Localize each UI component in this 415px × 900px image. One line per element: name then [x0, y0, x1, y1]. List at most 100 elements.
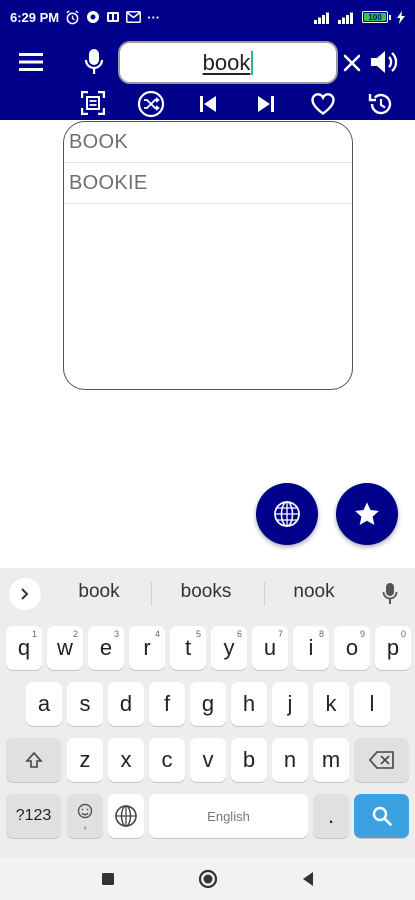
expand-suggestions-button[interactable] [9, 578, 41, 610]
suggestion-item[interactable]: BOOKIE [64, 163, 352, 204]
key-j[interactable]: j [272, 682, 308, 726]
key-n[interactable]: n [272, 738, 308, 782]
back-button[interactable] [295, 866, 321, 892]
keyboard-suggestion[interactable]: book [49, 581, 149, 603]
battery-tip [389, 14, 391, 20]
status-bar: 6:29 PM ··· 100 [0, 0, 415, 34]
key-label: e [99, 635, 113, 660]
clear-search-button[interactable] [341, 50, 363, 76]
search-enter-key[interactable] [354, 794, 409, 838]
key-f[interactable]: f [149, 682, 185, 726]
shuffle-icon [137, 90, 165, 118]
key-k[interactable]: k [313, 682, 349, 726]
key-m[interactable]: m [313, 738, 349, 782]
history-button[interactable] [366, 90, 394, 118]
recents-button[interactable] [95, 866, 121, 892]
key-o[interactable]: o9 [334, 626, 370, 670]
period-key[interactable]: . [313, 794, 349, 838]
key-x[interactable]: x [108, 738, 144, 782]
emoji-key[interactable]: , [67, 794, 103, 838]
favorite-button[interactable] [309, 91, 337, 117]
key-p[interactable]: p0 [375, 626, 411, 670]
key-i[interactable]: i8 [293, 626, 329, 670]
star-icon [355, 502, 379, 525]
keyboard-suggestion[interactable]: books [156, 581, 256, 603]
emoji-key-sublabel: , [83, 817, 87, 831]
key-a[interactable]: a [26, 682, 62, 726]
key-hint: 6 [236, 629, 242, 639]
soft-keyboard: book books nook q1 w2 e3 r4 t5 y6 u7 i8 … [0, 568, 415, 858]
globe-icon [115, 805, 137, 827]
key-q[interactable]: q1 [6, 626, 42, 670]
suggestion-label: BOOK [69, 130, 128, 153]
key-h[interactable]: h [231, 682, 267, 726]
key-u[interactable]: u7 [252, 626, 288, 670]
key-l[interactable]: l [354, 682, 390, 726]
shift-key[interactable] [6, 738, 61, 782]
previous-word-button[interactable] [196, 92, 220, 116]
status-right: 100 [314, 10, 405, 24]
key-label: o [345, 635, 359, 660]
key-b[interactable]: b [231, 738, 267, 782]
media-notification-icon [106, 10, 120, 24]
suggestion-item[interactable]: BOOK [64, 122, 352, 163]
voice-search-button[interactable] [80, 46, 108, 78]
menu-button[interactable] [16, 48, 46, 76]
clear-icon [343, 54, 361, 72]
symbols-key[interactable]: ?123 [6, 794, 61, 838]
shift-icon [24, 751, 43, 768]
previous-icon [200, 96, 216, 112]
menu-icon [19, 53, 43, 71]
back-triangle-icon [303, 872, 313, 886]
charging-icon [397, 10, 405, 24]
key-label: y [223, 635, 235, 660]
next-icon [258, 96, 274, 112]
status-time: 6:29 PM [10, 9, 60, 25]
gmail-icon [126, 11, 142, 23]
pronounce-button[interactable] [368, 46, 400, 78]
key-hint: 0 [400, 629, 406, 639]
backspace-icon [368, 751, 394, 769]
square-icon [102, 873, 114, 885]
chevron-right-icon [21, 588, 29, 600]
key-y[interactable]: y6 [211, 626, 247, 670]
home-button[interactable] [195, 866, 221, 892]
scan-icon [81, 91, 105, 115]
key-t[interactable]: t5 [170, 626, 206, 670]
key-label: t [184, 635, 192, 660]
key-label: u [263, 635, 277, 660]
key-hint: 2 [72, 629, 78, 639]
key-g[interactable]: g [190, 682, 226, 726]
favorites-fab[interactable] [336, 483, 398, 545]
battery-icon: 100 [362, 11, 391, 23]
key-hint: 7 [277, 629, 283, 639]
key-hint: 4 [154, 629, 160, 639]
key-r[interactable]: r4 [129, 626, 165, 670]
language-key[interactable] [108, 794, 144, 838]
key-c[interactable]: c [149, 738, 185, 782]
microphone-icon [84, 49, 104, 74]
space-key[interactable]: English [149, 794, 308, 838]
speaker-icon [371, 51, 398, 73]
app-root: 6:29 PM ··· 100 book BOOK BOOKIE book bo… [0, 0, 415, 900]
key-hint: 3 [113, 629, 119, 639]
key-v[interactable]: v [190, 738, 226, 782]
app-notification-icon [86, 10, 100, 24]
battery-level: 100 [364, 13, 386, 22]
backspace-key[interactable] [354, 738, 409, 782]
key-s[interactable]: s [67, 682, 103, 726]
text-caret [251, 50, 254, 75]
circle-icon [198, 869, 218, 889]
keyboard-suggestion[interactable]: nook [264, 581, 364, 603]
key-e[interactable]: e3 [88, 626, 124, 670]
keyboard-voice-button[interactable] [378, 580, 402, 608]
shuffle-button[interactable] [137, 90, 165, 118]
key-d[interactable]: d [108, 682, 144, 726]
suggestion-divider [151, 582, 152, 606]
next-word-button[interactable] [254, 92, 278, 116]
scan-button[interactable] [80, 90, 106, 116]
search-input[interactable]: book [118, 41, 338, 84]
key-z[interactable]: z [67, 738, 103, 782]
language-fab[interactable] [256, 483, 318, 545]
key-w[interactable]: w2 [47, 626, 83, 670]
